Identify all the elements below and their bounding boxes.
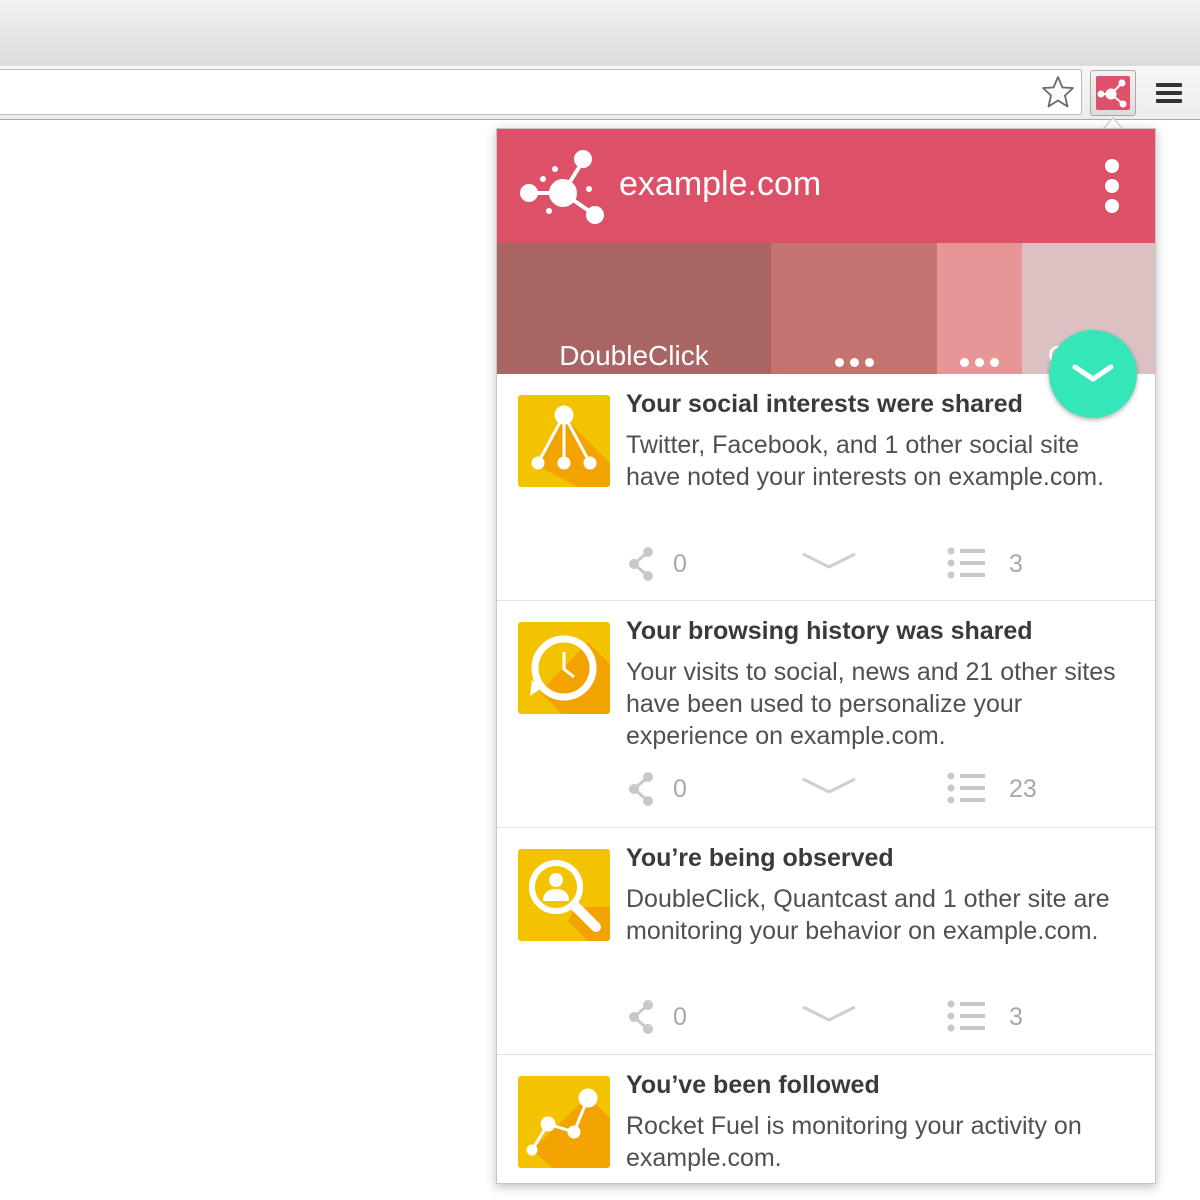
share-icon[interactable] [626,999,656,1035]
social-network-icon [518,395,610,487]
tracker-label: DoubleClick [559,340,709,371]
card-text: Your visits to social, news and 21 other… [626,658,1116,750]
list-count: 3 [1009,1003,1023,1031]
extension-popup: example.com DoubleClick Q [496,128,1156,1184]
list-count: 23 [1009,775,1037,803]
list-icon[interactable] [947,772,987,804]
ellipsis-icon [937,352,1022,367]
insight-card[interactable]: You’ve been followed Rocket Fuel is moni… [497,1055,1155,1183]
card-text: Twitter, Facebook, and 1 other social si… [626,431,1105,491]
site-name: example.com [619,165,822,203]
browser-toolbar [0,66,1200,120]
list-icon[interactable] [947,547,987,579]
network-logo-icon [520,150,604,224]
chevron-down-icon[interactable] [801,550,857,572]
card-title: Your browsing history was shared [626,617,1033,645]
share-count: 0 [673,1003,687,1031]
card-text: DoubleClick, Quantcast and 1 other site … [626,885,1110,945]
list-count: 3 [1009,550,1023,578]
card-title: You’re being observed [626,844,894,872]
tracker-segment[interactable]: DoubleClick [497,243,771,374]
tracker-segment[interactable] [771,243,937,374]
tracker-segment[interactable] [937,243,1022,374]
extension-button[interactable] [1090,70,1136,116]
history-clock-icon [518,622,610,714]
share-icon[interactable] [626,546,656,582]
list-icon[interactable] [947,1000,987,1032]
card-title: Your social interests were shared [626,390,1023,418]
bookmark-star-icon[interactable] [1040,74,1076,110]
browser-menu-icon[interactable] [1154,78,1184,108]
magnifier-person-icon [518,849,610,941]
chevron-down-icon[interactable] [801,1003,857,1025]
network-logo-icon [1097,79,1127,108]
card-actions: 0 3 [497,544,1155,584]
more-options-icon[interactable] [1097,159,1127,213]
share-count: 0 [673,775,687,803]
ellipsis-icon [771,352,937,367]
address-bar[interactable] [0,69,1082,115]
card-actions: 0 23 [497,769,1155,809]
insight-card[interactable]: Your social interests were shared Twitte… [497,374,1155,601]
card-text: Rocket Fuel is monitoring your activity … [626,1112,1082,1172]
share-count: 0 [673,550,687,578]
popup-header: example.com [497,129,1155,243]
share-icon[interactable] [626,771,656,807]
browser-tab-strip [0,0,1200,66]
chevron-down-icon[interactable] [801,775,857,797]
insight-card[interactable]: You’re being observed DoubleClick, Quant… [497,828,1155,1055]
trend-line-icon [518,1076,610,1168]
card-actions: 0 3 [497,997,1155,1037]
card-title: You’ve been followed [626,1071,880,1099]
insight-card[interactable]: Your browsing history was shared Your vi… [497,601,1155,828]
